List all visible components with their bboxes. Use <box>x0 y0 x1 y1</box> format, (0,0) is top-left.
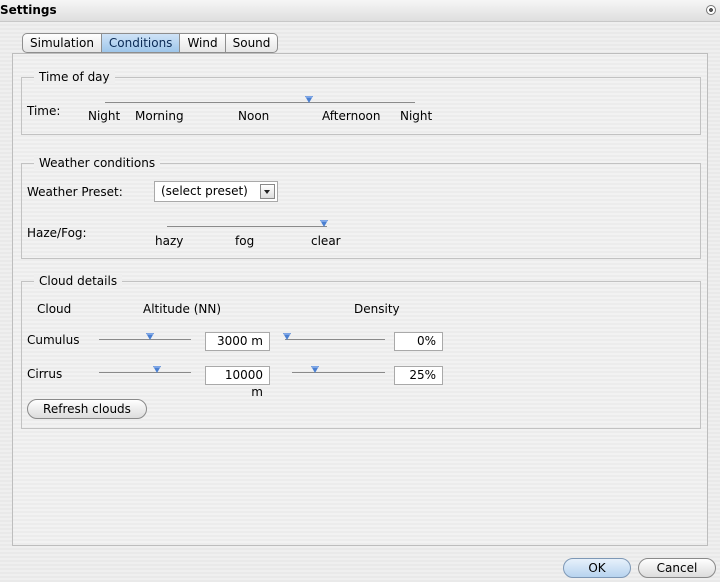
cumulus-density-track <box>285 339 385 340</box>
cumulus-altitude-slider[interactable] <box>99 333 191 347</box>
cumulus-density-slider[interactable] <box>283 333 385 347</box>
density-column-header: Density <box>354 302 400 316</box>
weather-preset-select[interactable]: (select preset) <box>154 181 278 202</box>
tab-wind[interactable]: Wind <box>180 33 226 53</box>
cumulus-altitude-thumb[interactable] <box>146 333 154 340</box>
cumulus-density-field[interactable]: 0% <box>394 332 443 351</box>
haze-tick-fog: fog <box>235 234 255 248</box>
altitude-column-header: Altitude (NN) <box>143 302 222 316</box>
cumulus-altitude-field[interactable]: 3000 m <box>205 332 270 351</box>
haze-fog-label: Haze/Fog: <box>27 226 87 240</box>
time-of-day-legend: Time of day <box>34 70 115 84</box>
cirrus-density-track <box>292 372 385 373</box>
time-tick-afternoon: Afternoon <box>322 109 381 123</box>
cirrus-altitude-track <box>99 372 191 373</box>
haze-tick-hazy: hazy <box>155 234 184 248</box>
title-bar: Settings <box>0 0 720 22</box>
cirrus-label: Cirrus <box>27 367 63 381</box>
weather-conditions-group: Weather conditions Weather Preset: (sele… <box>21 156 701 259</box>
cirrus-density-thumb[interactable] <box>311 366 319 373</box>
ok-button[interactable]: OK <box>563 558 631 578</box>
cancel-button[interactable]: Cancel <box>638 558 716 578</box>
close-icon[interactable] <box>706 5 716 15</box>
haze-fog-slider[interactable] <box>167 220 328 234</box>
time-tick-noon: Noon <box>238 109 270 123</box>
tab-sound[interactable]: Sound <box>225 33 279 53</box>
window-title: Settings <box>0 3 57 17</box>
time-tick-night-end: Night <box>400 109 433 123</box>
weather-preset-label: Weather Preset: <box>27 185 123 199</box>
haze-tick-clear: clear <box>311 234 341 248</box>
settings-window: Settings Time of day Time: Night Morning… <box>0 0 720 582</box>
cirrus-altitude-field[interactable]: 10000 m <box>205 366 270 399</box>
weather-preset-value: (select preset) <box>161 184 248 198</box>
cumulus-altitude-track <box>99 339 191 340</box>
haze-slider-track <box>167 226 327 227</box>
haze-slider-thumb[interactable] <box>320 220 328 227</box>
cloud-details-legend: Cloud details <box>34 274 123 288</box>
time-of-day-group: Time of day Time: Night Morning Noon Aft… <box>21 70 701 135</box>
weather-conditions-legend: Weather conditions <box>34 156 161 170</box>
time-tick-night-start: Night <box>88 109 121 123</box>
time-slider-track <box>105 102 415 103</box>
tab-simulation[interactable]: Simulation <box>22 33 102 53</box>
tab-conditions[interactable]: Conditions <box>101 33 181 53</box>
refresh-clouds-button[interactable]: Refresh clouds <box>27 399 147 419</box>
cirrus-altitude-thumb[interactable] <box>153 366 161 373</box>
cloud-column-header: Cloud <box>37 302 72 316</box>
chevron-down-icon[interactable] <box>260 184 275 199</box>
cirrus-density-slider[interactable] <box>292 366 385 380</box>
cumulus-label: Cumulus <box>27 333 80 347</box>
cirrus-altitude-slider[interactable] <box>99 366 191 380</box>
cloud-details-group: Cloud details Cloud Altitude (NN) Densit… <box>21 274 701 429</box>
time-label: Time: <box>27 104 61 118</box>
time-slider-thumb[interactable] <box>305 96 313 103</box>
cumulus-density-thumb[interactable] <box>283 333 291 340</box>
cirrus-density-field[interactable]: 25% <box>394 366 443 385</box>
settings-tabs: Simulation Conditions Wind Sound <box>22 33 279 53</box>
conditions-panel: Time of day Time: Night Morning Noon Aft… <box>12 53 708 546</box>
time-tick-morning: Morning <box>135 109 184 123</box>
time-slider[interactable] <box>105 96 415 110</box>
